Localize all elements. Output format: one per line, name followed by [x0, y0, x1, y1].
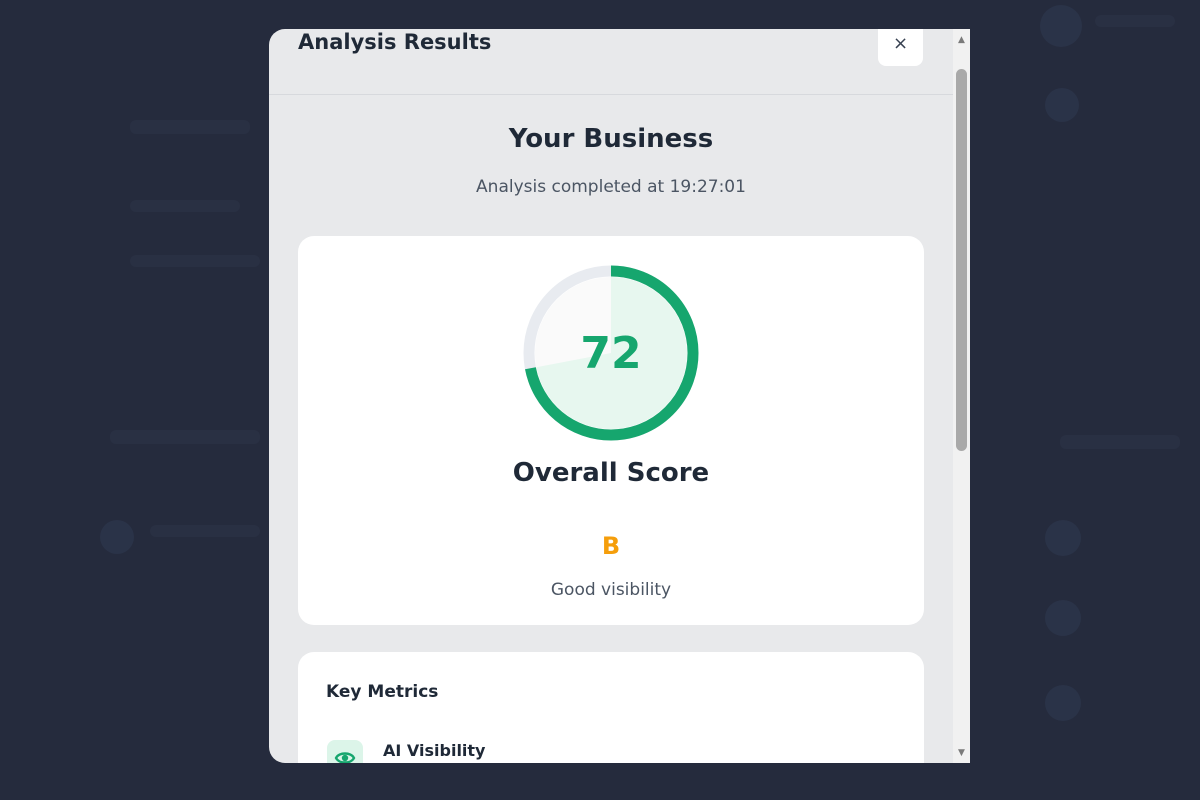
ai-visibility-icon-badge	[327, 740, 363, 763]
key-metrics-card: Key Metrics AI Visibility	[298, 652, 924, 763]
grade-description: Good visibility	[550, 580, 672, 600]
modal-title: Analysis Results	[298, 30, 492, 54]
vertical-scrollbar[interactable]: ▲ ▼	[953, 29, 970, 763]
metric-label-ai-visibility: AI Visibility	[383, 741, 486, 760]
overall-score-label: Overall Score	[512, 458, 710, 488]
close-button[interactable]: ×	[878, 29, 923, 66]
scroll-up-arrow[interactable]: ▲	[953, 31, 970, 48]
grade-letter: B	[601, 532, 621, 560]
key-metrics-title: Key Metrics	[326, 682, 439, 702]
analysis-results-modal: Analysis Results × Your Business Analysi…	[269, 29, 970, 763]
score-card: 72 Overall Score B Good visibility	[298, 236, 924, 625]
completed-timestamp: Analysis completed at 19:27:01	[476, 177, 746, 197]
score-value: 72	[580, 327, 642, 379]
scroll-down-arrow[interactable]: ▼	[953, 744, 970, 761]
scrollbar-thumb[interactable]	[956, 69, 967, 451]
eye-icon	[334, 752, 356, 763]
business-name: Your Business	[508, 124, 714, 154]
close-icon: ×	[892, 33, 909, 54]
modal-header: Analysis Results ×	[269, 29, 953, 95]
